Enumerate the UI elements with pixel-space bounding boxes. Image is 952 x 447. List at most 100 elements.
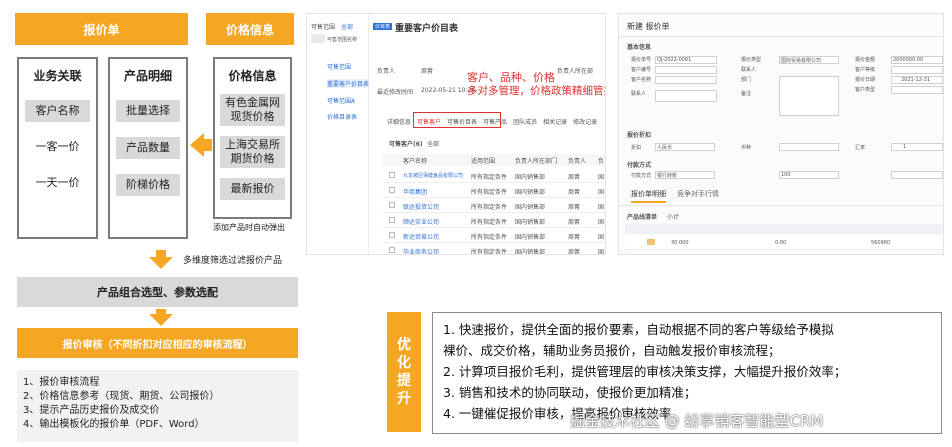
cell[interactable]: 新达贸易公司 xyxy=(403,232,439,241)
list-item: 1、报价审核流程 xyxy=(23,377,100,388)
tab-detail[interactable]: 详细信息 xyxy=(387,117,411,126)
extra-field[interactable] xyxy=(891,171,943,179)
list-item: 上海交易所 期货价格 xyxy=(220,136,285,168)
table-row[interactable]: 30.000 0.00 560960 xyxy=(625,236,943,250)
owner-label: 负责人 xyxy=(377,68,396,75)
section-title: 报价折扣 xyxy=(627,132,652,139)
currency-field[interactable] xyxy=(779,143,839,151)
optimize-tag: 优 化 提 升 xyxy=(387,312,421,432)
row-checkbox[interactable] xyxy=(389,232,395,238)
tab-customers[interactable]: 可售客户 xyxy=(417,117,441,126)
field-label: 报价单号 xyxy=(631,57,652,63)
arrow-stem xyxy=(203,139,212,151)
field-label: 折扣 xyxy=(631,145,642,151)
tab-log[interactable]: 修改记录 xyxy=(573,117,597,126)
sidebar-item[interactable]: 价格目录表 xyxy=(327,112,357,121)
cell: 所有指定条件 xyxy=(471,189,508,196)
table-row[interactable]: 华业商务公司 所有指定条件 国内销售部 周菁 国 xyxy=(383,243,605,255)
title-tag: 价目表 xyxy=(373,23,393,30)
field-label: 客户编号 xyxy=(631,67,652,73)
column-header: 负 xyxy=(598,158,605,165)
column-title: 产品明细 xyxy=(123,69,172,83)
tab-competitor[interactable]: 竞争对手行情 xyxy=(677,189,719,199)
column-title: 业务关联 xyxy=(33,69,82,83)
table-row[interactable]: 顺达实业公司 所有指定条件 国内销售部 周菁 国 xyxy=(383,213,605,228)
time-label: 最近修改时间 xyxy=(377,89,414,96)
section-title: 基本信息 xyxy=(627,44,652,51)
column-header: 负责人所在部门 xyxy=(515,158,558,165)
new-quote-screenshot: 新建 报价单 基本信息 报价单号 客户编号 客户名称 联系人 QJ-2022-0… xyxy=(618,13,944,255)
field-label: 联系人 xyxy=(631,91,647,97)
row-checkbox[interactable] xyxy=(389,187,395,193)
field-value: 1 xyxy=(903,144,907,150)
tab-all[interactable]: 全部 xyxy=(341,22,353,31)
tab-products[interactable]: 可售产品 xyxy=(483,117,507,126)
cell: 周菁 xyxy=(568,189,581,196)
table-header xyxy=(625,224,943,234)
tab-related[interactable]: 相关记录 xyxy=(543,117,567,126)
feature-list: 1、报价审核流程 2、价格信息参考（现货、期货、公司报价） 3、提示产品历史报价… xyxy=(17,370,298,442)
column-header: 适用范围 xyxy=(471,158,496,165)
table-row[interactable]: 九龙坡区保健食品有限公司 所有指定条件 国内销售部 周菁 国 xyxy=(383,168,605,183)
annotation-line-2: 多对多管理，价格政策精细管控 xyxy=(467,85,606,97)
cell[interactable]: 联达投资公司 xyxy=(403,202,439,211)
list-item: 2、价格信息参考（现货、期货、公司报价） xyxy=(23,391,220,402)
row-checkbox[interactable] xyxy=(389,217,395,223)
row-checkbox[interactable] xyxy=(389,172,395,178)
list-item: 有色金属网 现货价格 xyxy=(220,94,285,126)
cell[interactable]: 华业商务公司 xyxy=(403,247,439,254)
cell: 0.00 xyxy=(775,240,787,246)
table-row[interactable]: 新达贸易公司 所有指定条件 国内销售部 周菁 国 xyxy=(383,228,605,243)
new-button[interactable] xyxy=(311,34,325,43)
field-label: 报价金额 xyxy=(855,57,876,63)
table-filter[interactable]: 全部 xyxy=(427,139,439,148)
tab-team[interactable]: 团队成员 xyxy=(513,117,537,126)
cell: 国 xyxy=(598,204,605,211)
level-field[interactable] xyxy=(891,66,943,74)
field-value: 2000000.00 xyxy=(893,57,924,63)
cell[interactable]: 顺达实业公司 xyxy=(403,217,439,226)
field-label: 付款方式 xyxy=(631,173,652,179)
sidebar-item[interactable]: 可售范围 xyxy=(327,62,351,71)
type-field[interactable] xyxy=(891,86,943,94)
cell[interactable]: 九龙坡区保健食品有限公司 xyxy=(403,172,463,179)
column-header: 客户名称 xyxy=(403,158,428,165)
product-detail-column: 产品明细 批量选择 产品数量 阶梯价格 xyxy=(108,57,188,239)
cell: 所有指定条件 xyxy=(471,234,508,241)
sidebar-item[interactable]: 重要客户价目表 xyxy=(327,79,370,88)
arrow-down-icon xyxy=(149,257,173,269)
notes-field[interactable] xyxy=(655,90,717,102)
tab-range[interactable]: 可售范围 xyxy=(311,22,335,31)
list-item: 客户名称 xyxy=(25,100,90,122)
tab-pricelist[interactable]: 可售价目表 xyxy=(447,117,477,126)
optimize-line: 2. 计算项目报价毛利，提供管理层的审核决策支撑，大幅提升报价效率； xyxy=(443,364,847,379)
row-checkbox[interactable] xyxy=(389,247,395,253)
sidebar-item[interactable]: 可售范围A xyxy=(327,96,355,105)
subtabs: 详细信息 可售客户 可售价目表 可售产品 团队成员 相关记录 修改记录 xyxy=(387,117,597,126)
contact-field[interactable] xyxy=(655,76,717,84)
customer-field[interactable] xyxy=(655,66,717,74)
row-checkbox[interactable] xyxy=(389,202,395,208)
arrow-left-icon xyxy=(190,133,204,157)
optimize-line: 3. 销售和技术的协同联动，使报价更加精准； xyxy=(443,385,697,400)
field-label: 报价日期 xyxy=(855,77,876,83)
cell: 所有指定条件 xyxy=(471,249,508,255)
column-header: 负责人 xyxy=(568,158,587,165)
cell: 国内销售部 xyxy=(515,249,546,255)
cell: 周菁 xyxy=(568,234,581,241)
table-row[interactable]: 联达投资公司 所有指定条件 国内销售部 周菁 国 xyxy=(383,198,605,213)
price-list-screenshot: 可售范围 全部 可售范围名称 可售范围 重要客户价目表 可售范围A 价格目录表 … xyxy=(306,13,606,255)
notes-textarea[interactable] xyxy=(779,76,839,116)
cell: 周菁 xyxy=(568,174,581,181)
sidebar-item[interactable]: 可售范围名称 xyxy=(327,36,357,43)
tab-quote-detail[interactable]: 报价单明细 xyxy=(631,189,666,203)
cell: 国内销售部 xyxy=(515,234,546,241)
field-value: 人民币 xyxy=(657,145,673,151)
field-label: 汇率 xyxy=(855,145,866,151)
cell: 国 xyxy=(598,249,605,255)
cell: 国内销售部 xyxy=(515,189,546,196)
table-row[interactable]: 华商集团 所有指定条件 国内销售部 周菁 国 xyxy=(383,183,605,198)
cell[interactable]: 华商集团 xyxy=(403,187,427,196)
rate-field[interactable] xyxy=(891,143,943,151)
watermark: 掘金技术社区 @ 纷享销客智能型CRM xyxy=(570,412,824,430)
